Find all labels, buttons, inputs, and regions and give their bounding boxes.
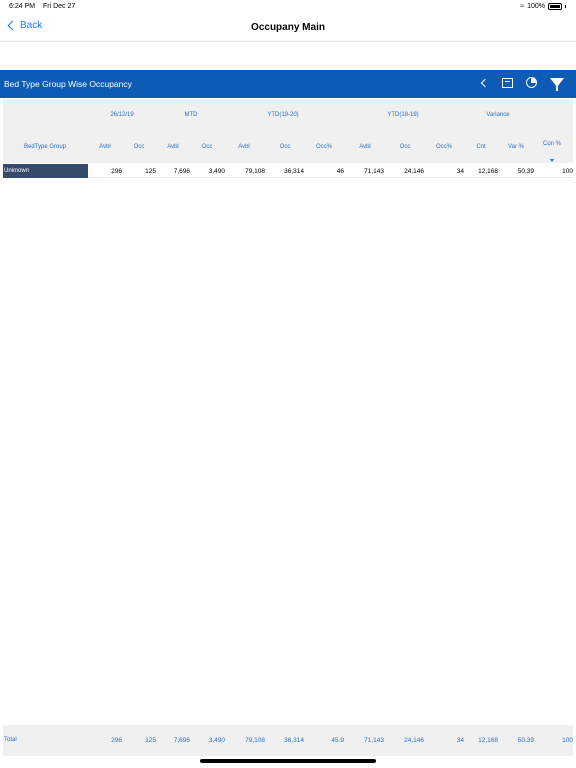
total-con-percent: 100 (562, 737, 573, 744)
home-indicator[interactable] (200, 759, 376, 763)
column-header-avbl[interactable]: Avbl (355, 144, 375, 150)
grid-icon (502, 78, 513, 88)
total-ytd-occ: 36,314 (284, 737, 304, 744)
total-ytd-avbl: 79,108 (245, 737, 265, 744)
column-header-occ[interactable]: Occ (197, 144, 217, 150)
total-variance-cnt: 12,168 (478, 737, 498, 744)
total-pytd-occ: 24,146 (404, 737, 424, 744)
column-header-bedtype-group[interactable]: BedType Group (15, 144, 75, 150)
filter-icon (550, 78, 564, 91)
pie-chart-icon (526, 77, 537, 88)
column-header-con-percent[interactable]: Con % (541, 141, 563, 147)
cell-ytd-occ: 36,314 (284, 168, 304, 175)
status-right: ≈ 100% (520, 3, 566, 10)
cell-variance-cnt: 12,168 (478, 168, 498, 175)
cell-ytd-occ-percent: 46 (336, 168, 344, 175)
sort-descending-icon (550, 159, 554, 162)
cell-mtd-occ: 3,490 (208, 168, 225, 175)
group-header-date: 26/12/19 (110, 112, 134, 118)
occupancy-table: 26/12/19 MTD YTD(19-20) YTD(18-19) Varia… (3, 99, 573, 724)
total-variance-percent: 50.39 (517, 737, 534, 744)
row-label: Unknown (3, 164, 88, 178)
status-bar: 6:24 PM Fri Dec 27 ≈ 100% (0, 0, 576, 14)
cell-con-percent: 100 (562, 168, 573, 175)
cell-ytd-avbl: 79,108 (245, 168, 265, 175)
report-title: Bed Type Group Wise Occupancy (4, 79, 132, 89)
battery-percent: 100% (527, 3, 545, 10)
battery-icon (548, 3, 562, 10)
page-title: Occupany Main (251, 22, 325, 33)
column-header-avbl[interactable]: Avbl (95, 144, 115, 150)
group-header-variance: Variance (486, 112, 510, 118)
cell-day-avbl: 296 (111, 168, 122, 175)
back-chevron-button[interactable] (478, 76, 492, 90)
wifi-icon: ≈ (520, 3, 525, 10)
cell-pytd-occ-percent: 34 (456, 168, 464, 175)
cell-day-occ: 125 (145, 168, 156, 175)
table-row[interactable]: Unknown 296 125 7,696 3,490 79,108 36,31… (3, 164, 573, 178)
total-pytd-avbl: 71,143 (364, 737, 384, 744)
column-header-avbl[interactable]: Avbl (234, 144, 254, 150)
column-header-var-percent[interactable]: Var % (505, 144, 527, 150)
group-header-mtd: MTD (184, 112, 198, 118)
cell-variance-percent: 50.39 (517, 168, 534, 175)
grid-view-button[interactable] (502, 76, 516, 90)
table-header: 26/12/19 MTD YTD(19-20) YTD(18-19) Varia… (3, 99, 573, 163)
column-header-occ[interactable]: Occ (395, 144, 415, 150)
column-header-occ[interactable]: Occ (275, 144, 295, 150)
column-header-occ-percent[interactable]: Occ% (433, 144, 455, 150)
total-row: Total 296 125 7,696 3,490 79,108 36,314 … (3, 725, 573, 756)
total-ytd-occ-percent: 45.9 (331, 737, 344, 744)
column-header-avbl[interactable]: Avbl (163, 144, 183, 150)
column-header-occ-percent[interactable]: Occ% (313, 144, 335, 150)
report-header: Bed Type Group Wise Occupancy (0, 70, 576, 98)
column-header-cnt[interactable]: Cnt (473, 144, 489, 150)
column-header-occ[interactable]: Occ (129, 144, 149, 150)
navigation-bar: Back Occupany Main (0, 14, 576, 42)
chart-view-button[interactable] (526, 76, 540, 90)
total-mtd-occ: 3,490 (208, 737, 225, 744)
total-day-avbl: 296 (111, 737, 122, 744)
report-toolbar (478, 76, 564, 91)
status-time: 6:24 PM (9, 3, 36, 10)
battery-tip (565, 5, 566, 8)
status-date: Fri Dec 27 (43, 3, 76, 10)
cell-mtd-avbl: 7,696 (173, 168, 190, 175)
filter-button[interactable] (550, 76, 564, 91)
cell-pytd-avbl: 71,143 (364, 168, 384, 175)
total-day-occ: 125 (145, 737, 156, 744)
group-header-ytd-previous: YTD(18-19) (387, 112, 419, 118)
cell-pytd-occ: 24,146 (404, 168, 424, 175)
total-label: Total (4, 737, 17, 743)
total-pytd-occ-percent: 34 (456, 737, 464, 744)
total-mtd-avbl: 7,696 (173, 737, 190, 744)
chevron-left-icon (480, 78, 490, 88)
group-header-ytd-current: YTD(19-20) (267, 112, 299, 118)
